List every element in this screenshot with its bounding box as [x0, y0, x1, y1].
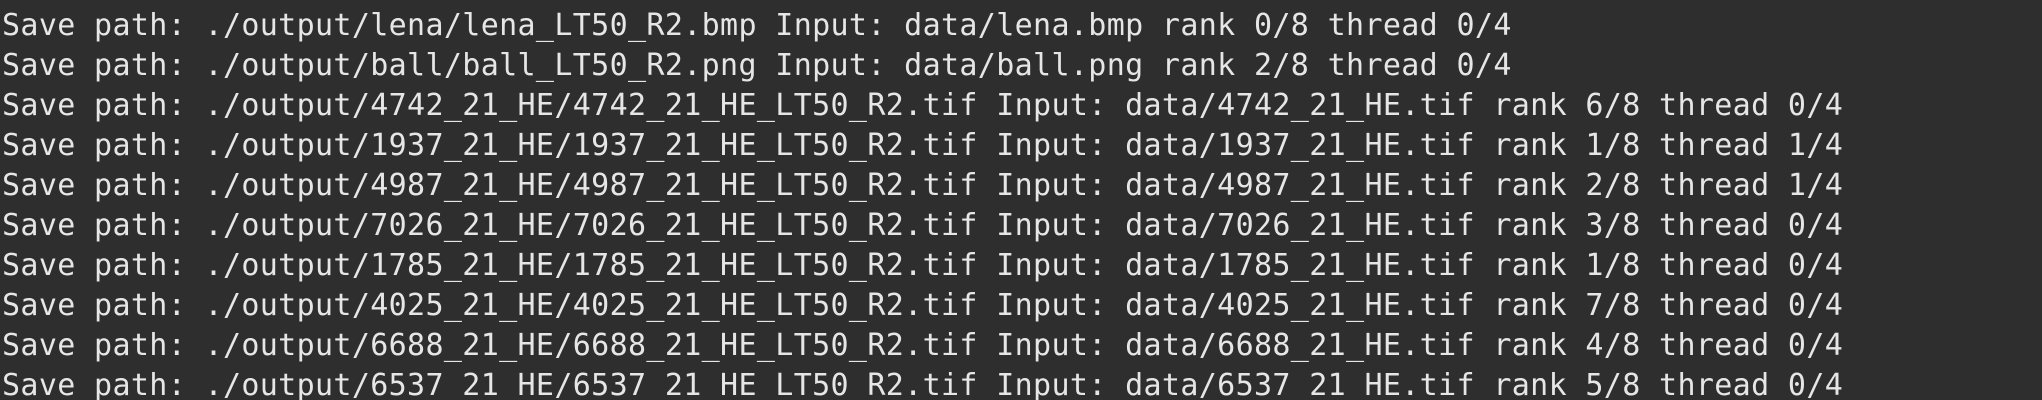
log-line: Save path: ./output/7026_21_HE/7026_21_H… [2, 208, 1844, 243]
log-line: Save path: ./output/1785_21_HE/1785_21_H… [2, 248, 1844, 283]
log-line: Save path: ./output/lena/lena_LT50_R2.bm… [2, 8, 1512, 43]
terminal-output: Save path: ./output/lena/lena_LT50_R2.bm… [2, 6, 2042, 400]
log-line: Save path: ./output/1937_21_HE/1937_21_H… [2, 128, 1844, 163]
log-line: Save path: ./output/4742_21_HE/4742_21_H… [2, 88, 1844, 123]
terminal-window[interactable]: Save path: ./output/lena/lena_LT50_R2.bm… [0, 0, 2042, 400]
log-line: Save path: ./output/ball/ball_LT50_R2.pn… [2, 48, 1512, 83]
log-line: Save path: ./output/4025_21_HE/4025_21_H… [2, 288, 1844, 323]
log-line: Save path: ./output/6537_21_HE/6537_21_H… [2, 368, 1844, 400]
log-line: Save path: ./output/4987_21_HE/4987_21_H… [2, 168, 1844, 203]
log-line: Save path: ./output/6688_21_HE/6688_21_H… [2, 328, 1844, 363]
